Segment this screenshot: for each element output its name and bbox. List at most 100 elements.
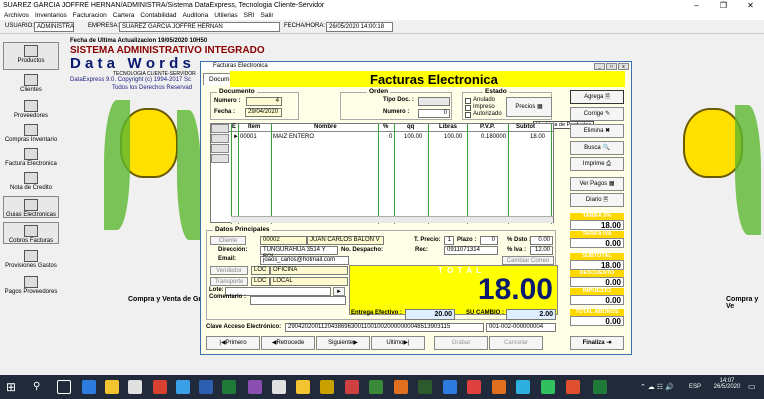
tipo-doc-select[interactable] xyxy=(418,97,450,106)
sidebar-item-pagos[interactable]: Pagos Proveedores xyxy=(3,274,59,296)
transporte-code[interactable]: LOC xyxy=(251,277,270,286)
dsto-field[interactable]: 0.00 xyxy=(530,236,553,245)
search-icon[interactable]: ⚲ xyxy=(33,380,47,394)
plazo-field[interactable]: 0 xyxy=(480,236,498,245)
edge-icon[interactable] xyxy=(82,380,96,394)
vendedor-code[interactable]: LOC xyxy=(251,266,270,275)
cliente-code[interactable]: 00002 xyxy=(260,236,307,245)
vendedor-button[interactable]: Vendedor xyxy=(210,266,248,275)
dataexpress-icon[interactable] xyxy=(296,380,310,394)
app-icon[interactable] xyxy=(467,380,481,394)
excel-icon[interactable] xyxy=(222,380,236,394)
autorizado-checkbox[interactable] xyxy=(465,112,471,118)
anulado-checkbox[interactable] xyxy=(465,98,471,104)
grabar-button[interactable]: Grabar xyxy=(434,336,488,350)
impreso-checkbox[interactable] xyxy=(465,105,471,111)
menu-contabilidad[interactable]: Contabilidad xyxy=(140,11,176,20)
direccion-field[interactable]: TUNGURAHUA 3514 Y BOL xyxy=(260,246,338,260)
app-icon[interactable] xyxy=(492,380,506,394)
sidebar-item-provisiones[interactable]: Provisiones Gastos xyxy=(3,248,59,270)
app-icon[interactable] xyxy=(272,380,286,394)
menu-auditoria[interactable]: Auditoria xyxy=(183,11,209,20)
grid-row-button[interactable] xyxy=(211,154,229,163)
task-view-icon[interactable] xyxy=(57,380,71,394)
windows-start-icon[interactable]: ⊞ xyxy=(6,380,20,394)
busca-button[interactable]: Busca 🔍 xyxy=(570,141,624,155)
notification-icon[interactable]: ▭ xyxy=(748,382,756,391)
sidebar-item-guias[interactable]: Guias Electronicas xyxy=(3,196,59,218)
ultimo-button[interactable]: Ultimo▶| xyxy=(371,336,425,350)
app-icon[interactable] xyxy=(516,380,530,394)
app-icon[interactable] xyxy=(593,380,607,394)
sidebar-item-compras[interactable]: Compras Inventario xyxy=(3,122,59,143)
app-icon[interactable] xyxy=(153,380,167,394)
clock[interactable]: 14:07 26/5/2020 xyxy=(713,378,741,390)
elimina-button[interactable]: Elimina ✖ xyxy=(570,124,624,138)
sidebar-item-factura[interactable]: Factura Electronica xyxy=(3,146,59,168)
sidebar-item-nota-credito[interactable]: Nota de Credito xyxy=(3,170,59,191)
menu-archivos[interactable]: Archivos xyxy=(4,11,29,20)
dialog-close-icon[interactable]: x xyxy=(618,63,629,70)
transporte-button[interactable]: Transporte xyxy=(210,277,248,286)
menu-facturacion[interactable]: Facturacion xyxy=(73,11,107,20)
numero-field[interactable]: 4 xyxy=(246,97,282,106)
sidebar-item-proveedores[interactable]: Proveedores xyxy=(3,98,59,119)
grid-row-button[interactable] xyxy=(211,124,229,133)
close-icon[interactable]: ✕ xyxy=(737,0,764,11)
word-icon[interactable] xyxy=(199,380,213,394)
cambiar-correo-button[interactable]: Cambiar Correo xyxy=(502,256,554,265)
diario-button[interactable]: Diario 🗏 xyxy=(570,193,624,207)
tprecio-field[interactable]: 1 xyxy=(444,236,454,245)
menu-inventarios[interactable]: Inventarios xyxy=(35,11,67,20)
entrega-field[interactable]: 20.00 xyxy=(405,309,455,320)
siguiente-button[interactable]: Siguiente▶ xyxy=(316,336,370,350)
maximize-icon[interactable]: ❐ xyxy=(710,0,737,11)
grid-scrollbar[interactable] xyxy=(231,216,553,223)
comentario-field[interactable] xyxy=(250,296,346,305)
ie-icon[interactable] xyxy=(443,380,457,394)
fireworks-icon[interactable] xyxy=(418,380,432,394)
dialog-minimize-icon[interactable]: _ xyxy=(594,63,605,70)
retrocede-button[interactable]: ◀Retrocede xyxy=(261,336,315,350)
app-icon[interactable] xyxy=(345,380,359,394)
transporte-name[interactable]: LOCAL xyxy=(270,277,348,286)
vendedor-name[interactable]: OFICINA xyxy=(270,266,348,275)
app-icon[interactable] xyxy=(320,380,334,394)
grid-row-button[interactable] xyxy=(211,134,229,143)
lote-search-icon[interactable]: ► xyxy=(333,287,345,296)
minimize-icon[interactable]: – xyxy=(683,0,710,11)
primero-button[interactable]: |◀Primero xyxy=(206,336,260,350)
ver-pagos-button[interactable]: Ver Pagos ▦ xyxy=(570,177,624,191)
dialog-maximize-icon[interactable]: □ xyxy=(606,63,617,70)
fecha-doc-field[interactable]: 29/04/2020 xyxy=(245,108,282,117)
lang-indicator[interactable]: ESP xyxy=(689,384,701,390)
folder-icon[interactable] xyxy=(105,380,119,394)
finaliza-button[interactable]: Finaliza ⇥ xyxy=(570,336,624,350)
precios-button[interactable]: Precios ▦ xyxy=(506,97,552,117)
dreamweaver-icon[interactable] xyxy=(369,380,383,394)
rec-field[interactable]: 0911071314 xyxy=(444,246,498,255)
tray-icons[interactable]: ⌃ ☁ ☷ 🔊 xyxy=(640,383,674,391)
app-icon[interactable] xyxy=(248,380,262,394)
menu-cartera[interactable]: Cartera xyxy=(113,11,135,20)
app-icon[interactable] xyxy=(541,380,555,394)
sidebar-item-clientes[interactable]: Clientes xyxy=(3,72,59,93)
menu-utilerias[interactable]: Utilerias xyxy=(214,11,237,20)
imprime-button[interactable]: Imprime ⎙ xyxy=(570,157,624,171)
app-icon[interactable] xyxy=(394,380,408,394)
app-icon[interactable] xyxy=(176,380,190,394)
sidebar-item-productos[interactable]: Productos xyxy=(3,42,59,70)
grid-row-button[interactable] xyxy=(211,144,229,153)
cancelar-button[interactable]: Cancelar xyxy=(489,336,543,350)
iva-field[interactable]: 12.00 xyxy=(530,246,553,255)
app-icon[interactable] xyxy=(566,380,580,394)
agrega-button[interactable]: Agrega 🗎 xyxy=(570,90,624,104)
store-icon[interactable] xyxy=(128,380,142,394)
cliente-button[interactable]: Cliente xyxy=(210,236,246,245)
sidebar-item-cobros[interactable]: Cobros Facturas xyxy=(3,222,59,244)
email-field[interactable]: joaos_carlos@hotmail.com xyxy=(260,256,349,265)
menu-sri[interactable]: SRI xyxy=(244,11,255,20)
menu-salir[interactable]: Salir xyxy=(261,11,274,20)
corrige-button[interactable]: Corrige ✎ xyxy=(570,107,624,121)
orden-numero-field[interactable]: 0 xyxy=(418,109,450,118)
